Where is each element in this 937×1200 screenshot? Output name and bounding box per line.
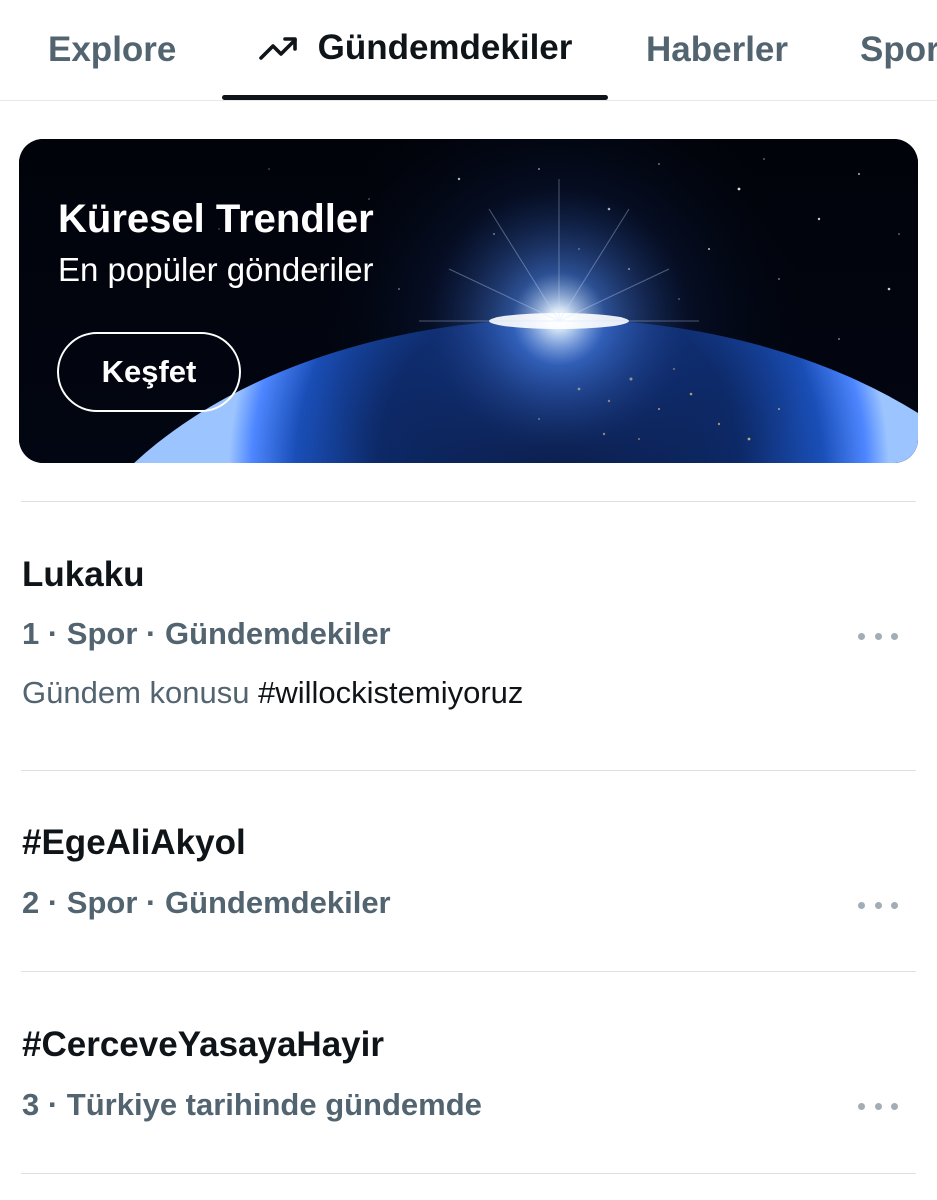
divider: [21, 1173, 916, 1174]
trend-context: Gündem konusu #willockistemiyoruz: [22, 675, 523, 711]
tab-trending-label: Gündemdekiler: [317, 28, 573, 67]
more-options-icon[interactable]: [858, 1098, 898, 1114]
tab-sports[interactable]: Spor: [860, 0, 937, 100]
trend-item[interactable]: Lukaku 1 · Spor · Gündemdekiler Gündem k…: [0, 502, 937, 770]
tab-news-label: Haberler: [646, 30, 789, 69]
trend-item[interactable]: #CerceveYasayaHayir 3 · Türkiye tarihind…: [0, 972, 937, 1173]
tab-news[interactable]: Haberler: [646, 0, 788, 100]
more-options-icon[interactable]: [858, 897, 898, 913]
trend-meta: 2 · Spor · Gündemdekiler: [22, 885, 391, 920]
banner-subtitle: En popüler gönderiler: [58, 251, 374, 288]
active-tab-indicator: [222, 95, 608, 100]
explore-button[interactable]: Keşfet: [57, 332, 241, 412]
global-trends-banner[interactable]: Küresel Trendler En popüler gönderiler K…: [19, 139, 918, 463]
top-tab-bar: Explore Gündemdekiler Haberler Spor: [0, 0, 937, 101]
tab-sports-label: Spor: [860, 30, 937, 69]
trend-meta: 1 · Spor · Gündemdekiler: [22, 616, 391, 651]
tab-trending[interactable]: Gündemdekiler: [222, 0, 608, 100]
tab-explore-label: Explore: [48, 30, 177, 69]
banner-title: Küresel Trendler: [58, 197, 374, 241]
more-options-icon[interactable]: [858, 628, 898, 644]
trend-context-hashtag[interactable]: #willockistemiyoruz: [258, 675, 523, 710]
trend-title: Lukaku: [22, 555, 145, 594]
trend-context-label: Gündem konusu: [22, 675, 250, 710]
trend-meta: 3 · Türkiye tarihinde gündemde: [22, 1087, 482, 1122]
trend-title: #CerceveYasayaHayir: [22, 1025, 384, 1064]
earth-from-space-image: [19, 139, 918, 463]
trend-item[interactable]: #EgeAliAkyol 2 · Spor · Gündemdekiler: [0, 771, 937, 971]
tab-explore[interactable]: Explore: [48, 0, 176, 100]
trending-arrow-icon: [258, 37, 297, 60]
trend-title: #EgeAliAkyol: [22, 823, 246, 862]
